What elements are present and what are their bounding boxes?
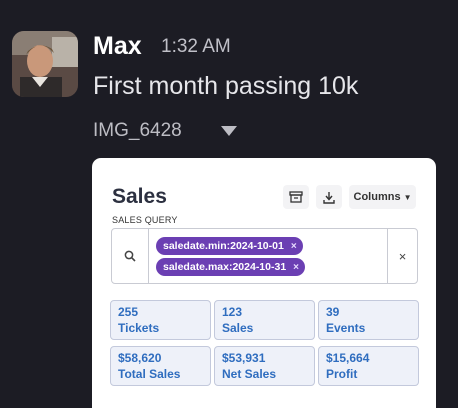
stat-card: $58,620 Total Sales: [110, 346, 211, 386]
stat-label: Sales: [222, 321, 254, 335]
query-label: SALES QUERY: [112, 215, 178, 225]
chevron-down-icon[interactable]: [221, 126, 237, 136]
message-text: First month passing 10k: [93, 72, 359, 100]
remove-filter-icon: ×: [293, 262, 300, 273]
archive-icon: [289, 191, 303, 203]
stat-value: $53,931: [222, 351, 266, 365]
remove-filter-icon: ×: [290, 241, 297, 252]
filter-chip-label: saledate.min:2024-10-01: [163, 240, 284, 252]
avatar-photo: [12, 31, 78, 97]
stat-label: Net Sales: [222, 367, 277, 381]
stat-card: 39 Events: [318, 300, 419, 340]
stat-card: 255 Tickets: [110, 300, 211, 340]
archive-button: [283, 185, 309, 209]
search-icon: [124, 250, 136, 262]
stat-value: 39: [326, 305, 340, 319]
stat-label: Tickets: [118, 321, 160, 335]
filter-chip-label: saledate.max:2024-10-31: [163, 261, 287, 273]
caret-down-icon: ▼: [403, 192, 412, 202]
query-field: saledate.min:2024-10-01 × saledate.max:20…: [111, 228, 418, 284]
attachment-name[interactable]: IMG_6428: [93, 119, 182, 143]
message-timestamp[interactable]: 1:32 AM: [161, 36, 231, 58]
stat-label: Total Sales: [118, 367, 181, 381]
search-button: [112, 229, 149, 283]
stat-value: $15,664: [326, 351, 370, 365]
filter-chip: saledate.max:2024-10-31 ×: [156, 258, 306, 276]
page-title: Sales: [112, 185, 167, 208]
avatar[interactable]: [12, 31, 78, 97]
columns-label: Columns: [353, 191, 401, 203]
stat-label: Events: [326, 321, 366, 335]
stat-card: $15,664 Profit: [318, 346, 419, 386]
clear-query-button: ×: [387, 229, 417, 283]
stat-card: $53,931 Net Sales: [214, 346, 315, 386]
attachment-image[interactable]: Sales Columns ▼ SALES QUERY saledate.min…: [92, 158, 436, 408]
message-pane: Max 1:32 AM First month passing 10k IMG_…: [0, 0, 458, 408]
download-button: [316, 185, 342, 209]
stat-card: 123 Sales: [214, 300, 315, 340]
stat-label: Profit: [326, 367, 358, 381]
sender-name[interactable]: Max: [93, 30, 142, 62]
columns-button: Columns ▼: [349, 185, 416, 209]
stat-value: 255: [118, 305, 139, 319]
download-icon: [323, 191, 335, 204]
stat-value: 123: [222, 305, 243, 319]
filter-chip: saledate.min:2024-10-01 ×: [156, 237, 303, 255]
stat-value: $58,620: [118, 351, 162, 365]
